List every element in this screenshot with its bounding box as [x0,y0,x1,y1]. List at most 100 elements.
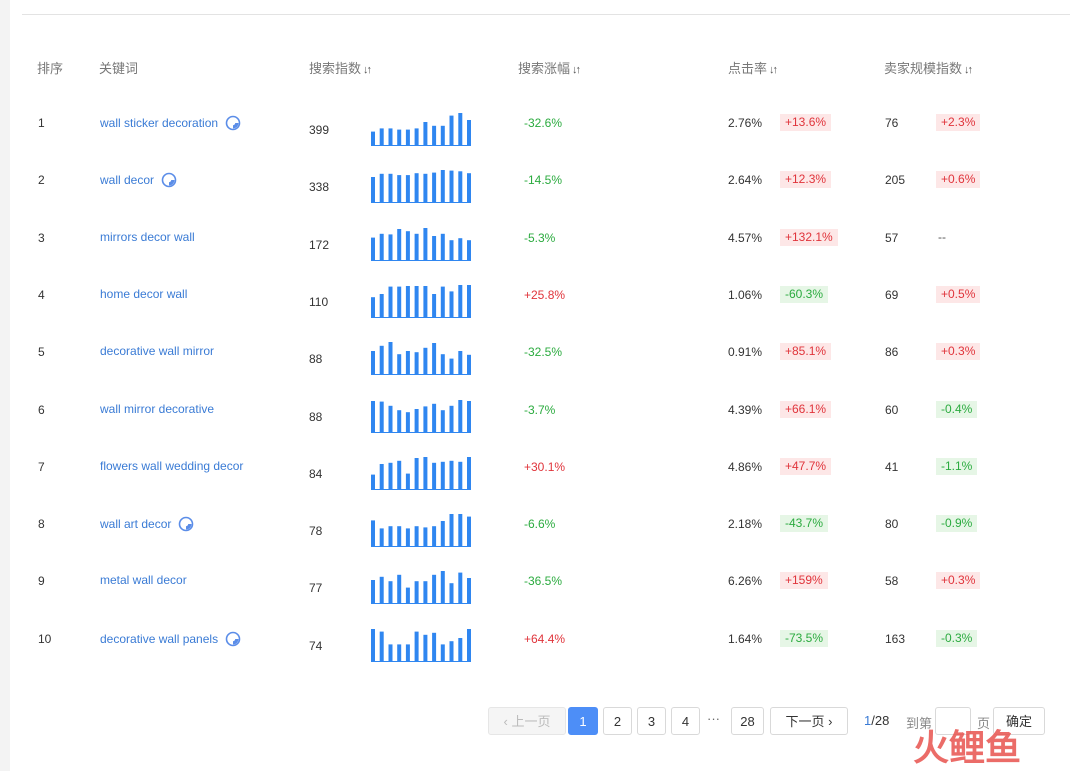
keyword-link[interactable]: decorative wall mirror [100,344,214,358]
seller-index-value: 57 [885,230,899,245]
spark-bar [467,120,471,145]
spark-bar [388,286,393,317]
keyword-link[interactable]: flowers wall wedding decor [100,459,243,473]
ctr-change-badge: +13.6% [780,114,832,131]
spark-bar [379,345,384,375]
search-growth-value: -6.6% [524,517,556,532]
spark-bar [467,400,471,432]
keyword-link[interactable]: metal wall decor [100,573,187,587]
search-index-value: 88 [309,409,323,424]
spark-bar [467,239,471,260]
seller-index-value: 163 [885,631,906,646]
spark-bar [440,125,445,145]
moon-icon[interactable] [161,172,177,188]
spark-bar [388,644,393,661]
spark-baseline [371,259,471,261]
spark-baseline [371,488,471,490]
rank-cell: 8 [38,517,45,532]
spark-bar [397,644,402,661]
spark-bar [379,577,384,604]
spark-baseline [371,202,471,204]
spark-baseline [371,374,471,376]
moon-icon[interactable] [225,115,241,131]
spark-bar [423,405,428,432]
spark-bar [432,172,437,203]
keyword-link[interactable]: wall decor [100,172,177,188]
spark-bar [397,286,402,317]
seller-index-value: 69 [885,287,899,302]
spark-bar [449,291,454,317]
header-search-growth[interactable]: 搜索涨幅 ↓↑ [518,58,581,77]
spark-bar [423,527,428,547]
spark-bar [371,351,375,375]
moon-icon[interactable] [225,631,241,647]
spark-bar [405,411,410,432]
spark-bar [379,528,384,547]
spark-bar [449,514,454,547]
spark-bar [379,401,384,432]
seller-index-value: 58 [885,574,899,589]
spark-baseline [371,660,471,662]
search-index-sparkline [371,453,471,496]
header-seller-index[interactable]: 卖家规模指数 ↓↑ [884,58,973,77]
seller-change-badge: +0.6% [936,171,981,189]
spark-bar [379,631,384,661]
keyword-link[interactable]: decorative wall panels [100,631,241,647]
seller-index-value: 80 [885,517,899,532]
spark-bar [432,632,437,661]
search-index-sparkline [371,396,471,439]
spark-bar [458,237,463,260]
page-info: 1/28 [864,713,890,728]
search-growth-value: +25.8% [524,287,566,302]
page-button-1[interactable]: 1 [568,707,598,735]
search-growth-value: -14.5% [524,173,563,188]
spark-bar [379,463,384,489]
spark-bar [467,284,471,317]
top-divider [22,14,1070,15]
keyword-link[interactable]: wall art decor [100,516,194,532]
spark-bar [458,637,463,661]
table-row: 6 wall mirror decorative 88 -3.7% 4.39% +66.1… [10,384,1080,441]
spark-bar [397,526,402,547]
prev-page-button[interactable]: ‹ 上一页 [488,707,566,735]
next-page-button[interactable]: 下一页 › [770,707,848,735]
pagination-ellipsis[interactable]: ··· [707,711,720,726]
sort-icon[interactable]: ↓↑ [964,64,973,76]
spark-bar [440,521,445,547]
spark-bar [432,575,437,604]
ctr-value: 4.86% [728,459,763,474]
page-button-last[interactable]: 28 [731,707,764,735]
seller-change-badge: -0.9% [936,515,978,533]
header-search-index[interactable]: 搜索指数 ↓↑ [309,58,372,77]
sort-icon[interactable]: ↓↑ [572,64,581,76]
ctr-value: 4.57% [728,230,763,245]
page-button-2[interactable]: 2 [603,707,632,735]
moon-icon[interactable] [178,516,194,532]
spark-bar [440,461,445,489]
ctr-change-badge: +159% [780,572,828,590]
spark-bar [449,239,454,260]
table-row: 10 decorative wall panels 74 +64.4% 1.64% -73… [10,613,1080,670]
sort-icon[interactable]: ↓↑ [363,64,372,76]
spark-bar [397,228,402,260]
header-ctr[interactable]: 点击率 ↓↑ [728,58,778,77]
spark-bar [371,177,375,203]
spark-bar [405,129,410,145]
search-index-value: 84 [309,466,323,481]
rank-cell: 4 [38,287,45,302]
keyword-link[interactable]: wall mirror decorative [100,402,214,416]
keyword-link[interactable]: mirrors decor wall [100,230,195,244]
sort-icon[interactable]: ↓↑ [769,64,778,76]
seller-change-badge: -1.1% [936,457,978,475]
spark-bar [423,174,428,203]
spark-bar [440,571,445,604]
ctr-change-badge: +12.3% [780,171,832,189]
page-button-4[interactable]: 4 [671,707,700,735]
page-button-3[interactable]: 3 [637,707,666,735]
spark-bar [440,644,445,661]
keyword-link[interactable]: home decor wall [100,287,187,301]
spark-bar [371,580,375,604]
spark-bar [467,456,471,489]
keyword-link[interactable]: wall sticker decoration [100,115,241,131]
spark-baseline [371,316,471,318]
